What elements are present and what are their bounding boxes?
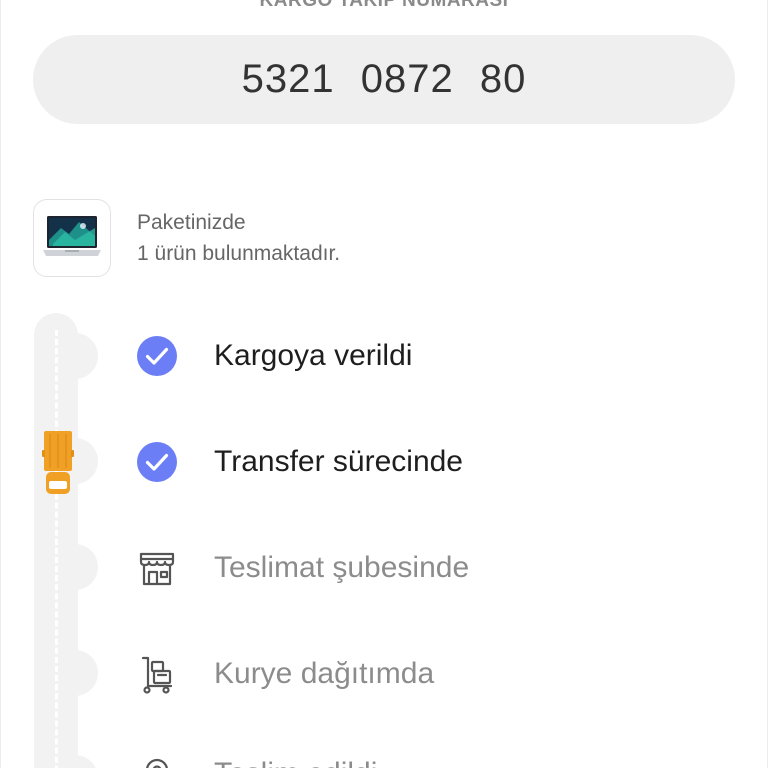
truck-icon <box>42 431 74 494</box>
check-circle-icon <box>136 441 178 483</box>
step-label: Transfer sürecinde <box>214 445 463 478</box>
step-kargoya-verildi: Kargoya verildi <box>136 332 412 380</box>
shipment-tracking-screen: KARGO TAKİP NUMARASI 5321 0872 80 Paketi… <box>0 0 768 768</box>
storefront-icon <box>136 547 178 589</box>
track-node-5 <box>62 755 98 768</box>
tracking-number-box[interactable]: 5321 0872 80 <box>33 35 735 124</box>
track-node-3 <box>62 544 98 590</box>
check-circle-icon <box>136 335 178 377</box>
courier-trolley-icon <box>136 653 178 695</box>
progress-track-dashes <box>55 330 58 768</box>
step-label: Kargoya verildi <box>214 339 413 372</box>
track-node-4 <box>62 650 98 696</box>
package-info: Paketinizde 1 ürün bulunmaktadır. <box>137 207 340 269</box>
step-label: Kurye dağıtımda <box>214 657 435 690</box>
step-label: Teslim edildi <box>214 757 377 768</box>
package-summary[interactable]: Paketinizde 1 ürün bulunmaktadır. <box>33 199 340 277</box>
location-pin-icon <box>136 753 178 768</box>
step-label: Teslimat şubesinde <box>214 551 470 584</box>
frame-border-left <box>0 0 1 768</box>
tracking-number-label: KARGO TAKİP NUMARASI <box>259 0 509 11</box>
product-thumbnail[interactable] <box>33 199 111 277</box>
step-teslimat-subesinde: Teslimat şubesinde <box>136 544 469 592</box>
step-transfer-surecinde: Transfer sürecinde <box>136 438 463 486</box>
package-title: Paketinizde <box>137 211 246 234</box>
tracking-number[interactable]: 5321 0872 80 <box>242 57 527 102</box>
step-teslim-edildi: Teslim edildi <box>136 750 377 768</box>
step-kurye-dagitimda: Kurye dağıtımda <box>136 650 434 698</box>
laptop-icon <box>43 216 101 256</box>
track-node-1 <box>62 333 98 379</box>
package-item-count: 1 ürün bulunmaktadır. <box>137 242 341 265</box>
